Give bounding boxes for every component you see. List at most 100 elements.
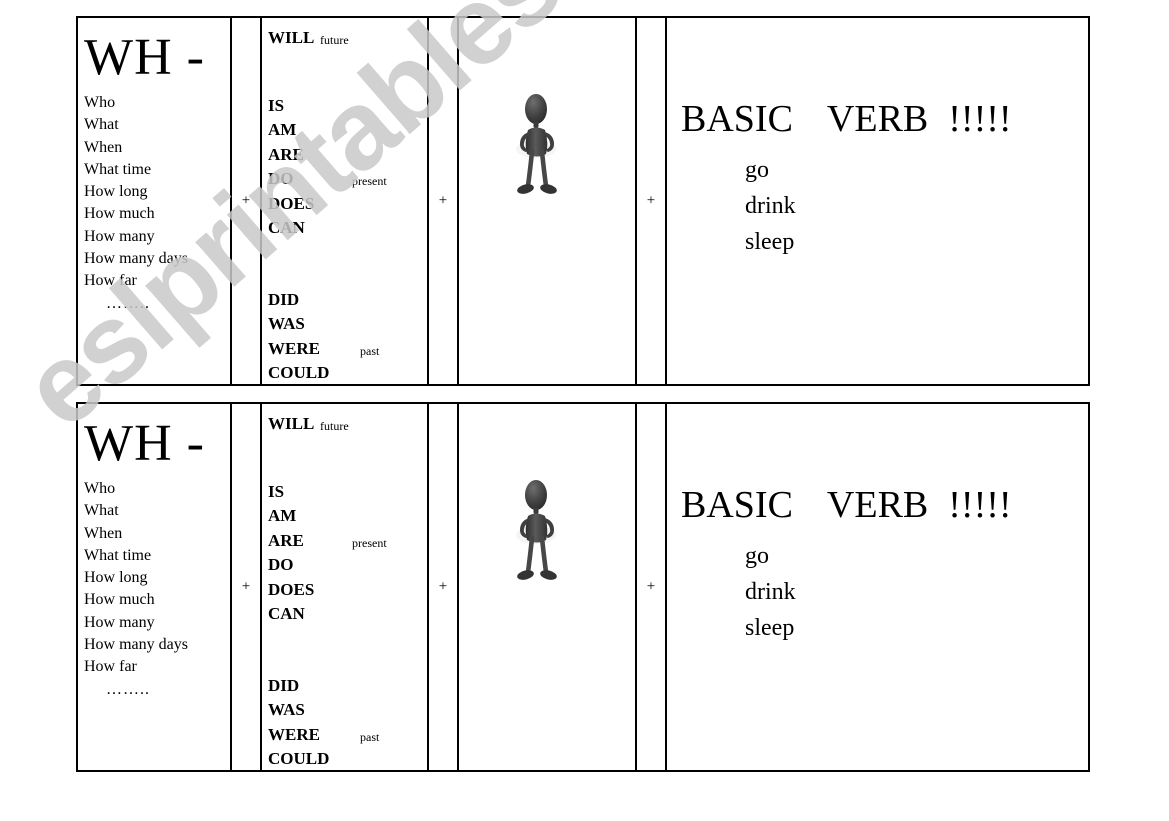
auxiliary-verb-column: WILL future IS AM ARE present DO DOES CA… (260, 404, 427, 770)
list-item: sleep (745, 229, 795, 255)
list-item: What (84, 116, 119, 134)
tense-tag-past: past (360, 729, 380, 744)
aux-present-am: AM (268, 504, 427, 529)
tense-tag-present: present (352, 174, 387, 188)
headline-exclamations: !!!!! (948, 484, 1012, 526)
plus-icon: + (241, 192, 251, 209)
list-item: Who (84, 480, 116, 497)
aux-word: AM (268, 506, 297, 525)
stick-figure-icon (505, 478, 569, 598)
aux-present-are: ARE (268, 143, 427, 168)
list-item: When (84, 138, 123, 156)
subject-figure-column (457, 18, 635, 384)
tense-tag-present: present (352, 535, 387, 550)
plus-icon: + (438, 578, 448, 595)
aux-past-did: DID (268, 674, 427, 699)
aux-past-could: COULD (268, 747, 427, 772)
list-item: How long (84, 569, 148, 587)
wh-title: WH - (84, 29, 205, 86)
plus-separator-1: + (230, 18, 260, 384)
aux-word: DO (268, 555, 294, 574)
aux-word: WILL (268, 414, 315, 433)
aux-word: DOES (268, 579, 315, 599)
headline-word-basic: BASIC (681, 98, 793, 140)
wh-question-column: WH - Who What When What time How long Ho… (78, 18, 230, 384)
basic-verb-column: BASIC VERB!!!!! go drink sleep (665, 18, 1088, 384)
headline-word-verb: VERB (826, 484, 929, 526)
wh-word-list: Who What When What time How long How muc… (78, 84, 230, 315)
wh-question-column: WH - Who What When What time How long Ho… (78, 404, 230, 770)
list-item: How many days (84, 636, 188, 654)
aux-future-will: WILL future (268, 26, 427, 51)
list-item: go (745, 543, 769, 569)
aux-word: DID (268, 289, 300, 309)
list-item: What time (84, 546, 152, 564)
aux-present-do: DO (268, 553, 427, 578)
plus-separator-3: + (635, 404, 665, 770)
list-item: Who (84, 94, 116, 111)
wh-word-list: Who What When What time How long How muc… (78, 470, 230, 701)
aux-word: ARE (268, 530, 304, 550)
plus-icon: + (241, 578, 251, 595)
plus-separator-2: + (427, 18, 457, 384)
subject-figure-column (457, 404, 635, 770)
aux-future-will: WILL future (268, 412, 427, 437)
aux-past-were: WERE past (268, 723, 427, 748)
plus-separator-1: + (230, 404, 260, 770)
list-item: What (84, 502, 119, 520)
basic-verb-headline: BASIC VERB!!!!! (667, 18, 1088, 138)
stick-figure-icon (505, 92, 569, 212)
aux-present-do: DO present (268, 167, 427, 192)
list-item: How many days (84, 250, 188, 268)
verb-example-list: go drink sleep (667, 524, 1088, 646)
list-item: How far (84, 272, 137, 290)
aux-word: WAS (268, 314, 305, 333)
plus-icon: + (438, 192, 448, 209)
worksheet-row-2: WH - Who What When What time How long Ho… (76, 402, 1090, 772)
list-item: When (84, 524, 123, 542)
aux-word: IS (268, 95, 285, 115)
basic-verb-headline: BASIC VERB!!!!! (667, 404, 1088, 524)
auxiliary-verb-column: WILL future IS AM ARE DO present DOES CA… (260, 18, 427, 384)
list-item: sleep (745, 615, 795, 641)
list-item: What time (84, 160, 152, 178)
aux-present-is: IS (268, 480, 427, 505)
list-item: drink (745, 193, 796, 219)
list-item: How long (84, 183, 148, 201)
aux-word: WAS (268, 700, 305, 719)
basic-verb-column: BASIC VERB!!!!! go drink sleep (665, 404, 1088, 770)
aux-word: IS (268, 481, 285, 501)
aux-word: AM (268, 120, 297, 139)
aux-word: COULD (268, 363, 330, 382)
aux-past-was: WAS (268, 312, 427, 337)
aux-word: DO (268, 169, 294, 188)
aux-word: WILL (268, 28, 315, 47)
aux-word: CAN (268, 218, 305, 237)
aux-word: DID (268, 675, 300, 695)
list-item: go (745, 157, 769, 183)
tense-tag-past: past (360, 343, 380, 358)
plus-icon: + (646, 192, 656, 209)
auxiliary-verb-groups: WILL future IS AM ARE present DO DOES CA… (262, 404, 427, 772)
aux-past-could: COULD (268, 361, 427, 386)
list-item: How many (84, 613, 155, 631)
aux-word: ARE (268, 144, 304, 164)
aux-present-can: CAN (268, 602, 427, 627)
aux-present-does: DOES (268, 192, 427, 217)
headline-word-verb: VERB (826, 98, 929, 140)
aux-word: DOES (268, 193, 315, 213)
list-item: drink (745, 579, 796, 605)
plus-separator-3: + (635, 18, 665, 384)
list-item: How many (84, 227, 155, 245)
aux-past-were: WERE past (268, 337, 427, 362)
aux-word: WERE (268, 338, 320, 358)
wh-ellipsis: …….. (106, 294, 150, 312)
list-item: How much (84, 591, 155, 609)
wh-title: WH - (84, 415, 205, 472)
aux-word: COULD (268, 749, 330, 768)
headline-exclamations: !!!!! (948, 98, 1012, 140)
